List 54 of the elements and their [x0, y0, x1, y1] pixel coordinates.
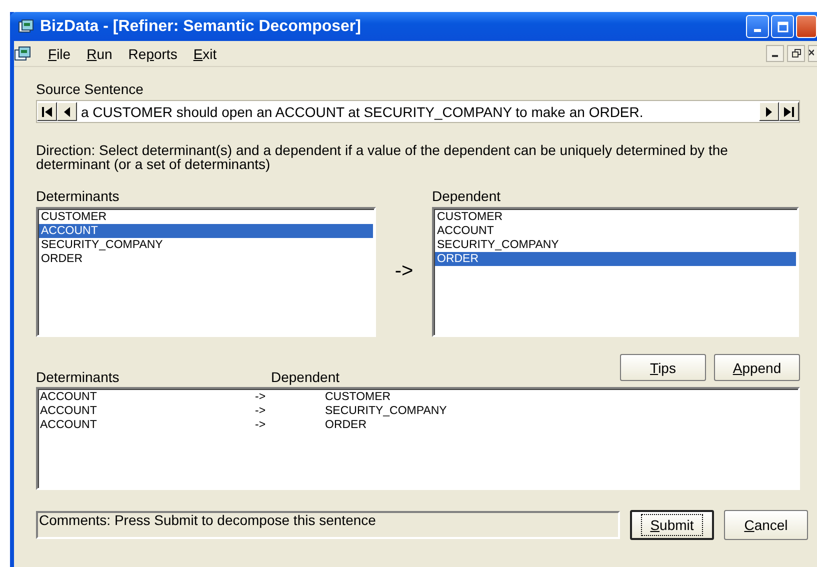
table-cell-text: -> [255, 404, 267, 418]
table-cell: CUSTOMER [325, 390, 391, 404]
next-button[interactable] [759, 102, 779, 121]
restore-icon [792, 49, 800, 58]
source-label: Source Sentence [36, 81, 144, 97]
list-item[interactable]: CUSTOMER [435, 210, 796, 224]
skip-forward-icon [784, 106, 794, 118]
close-button[interactable] [808, 45, 817, 62]
list-item[interactable]: SECURITY_COMPANY [39, 238, 373, 252]
list-item[interactable]: CUSTOMER [39, 210, 373, 224]
list-item[interactable]: ORDER [39, 252, 373, 266]
last-button[interactable] [779, 102, 799, 121]
document-icon [14, 46, 32, 62]
list-item[interactable]: SECURITY_COMPANY [435, 238, 796, 252]
minimize-button[interactable] [766, 45, 784, 62]
restore-button[interactable] [787, 45, 805, 62]
arrow-text: -> [394, 259, 414, 283]
close-icon [809, 49, 814, 58]
maximize-icon [776, 20, 788, 32]
column-header: Determinants [36, 369, 120, 387]
minimize-icon [772, 55, 778, 57]
table-cell-text: -> [255, 418, 267, 432]
maximize-button[interactable] [771, 15, 794, 38]
dialog-button[interactable]: Submit [630, 510, 714, 540]
sentence-text: a CUSTOMER should open an ACCOUNT at SECURITY_COMPANY to make an ORDER. [80, 104, 644, 120]
list-item[interactable]: ACCOUNT [435, 224, 796, 238]
table-cell: SECURITY_COMPANY [325, 404, 447, 418]
comments-field: Comments: Press Submit to decompose this sentence [36, 511, 620, 539]
table-cell-text: ACCOUNT [40, 390, 98, 404]
list-label: Determinants [36, 188, 120, 204]
list-label: Dependent [432, 188, 502, 204]
direction-text: Direction: Select determinant(s) and a dependent if a value of the dependent can be uniquely determined by the determinant (or a set of determinants) [36, 143, 729, 171]
minimize-icon [754, 29, 761, 32]
app-icon [18, 18, 34, 34]
back-icon [63, 106, 71, 118]
table-cell: ORDER [325, 418, 367, 432]
list-item[interactable]: ACCOUNT [39, 224, 373, 238]
action-button[interactable]: Tips [620, 354, 706, 381]
dialog-button[interactable]: Cancel [724, 510, 808, 540]
skip-back-icon [42, 106, 52, 118]
menu-item[interactable]: File [40, 46, 79, 62]
table-cell-text: ACCOUNT [40, 418, 98, 432]
forward-icon [765, 106, 773, 118]
previous-button[interactable] [57, 102, 77, 121]
menu-item[interactable]: Run [78, 46, 120, 62]
table-cell-text: -> [255, 390, 267, 404]
first-button[interactable] [37, 102, 57, 121]
window-title: BizData - [Refiner: Semantic Decomposer] [40, 18, 362, 36]
menu-item[interactable]: Exit [185, 46, 225, 62]
menu-item[interactable]: Reports [120, 46, 186, 62]
column-header: Dependent [271, 369, 340, 387]
action-button[interactable]: Append [714, 354, 800, 381]
list-item[interactable]: ORDER [435, 252, 796, 266]
table-cell-text: ACCOUNT [40, 404, 98, 418]
